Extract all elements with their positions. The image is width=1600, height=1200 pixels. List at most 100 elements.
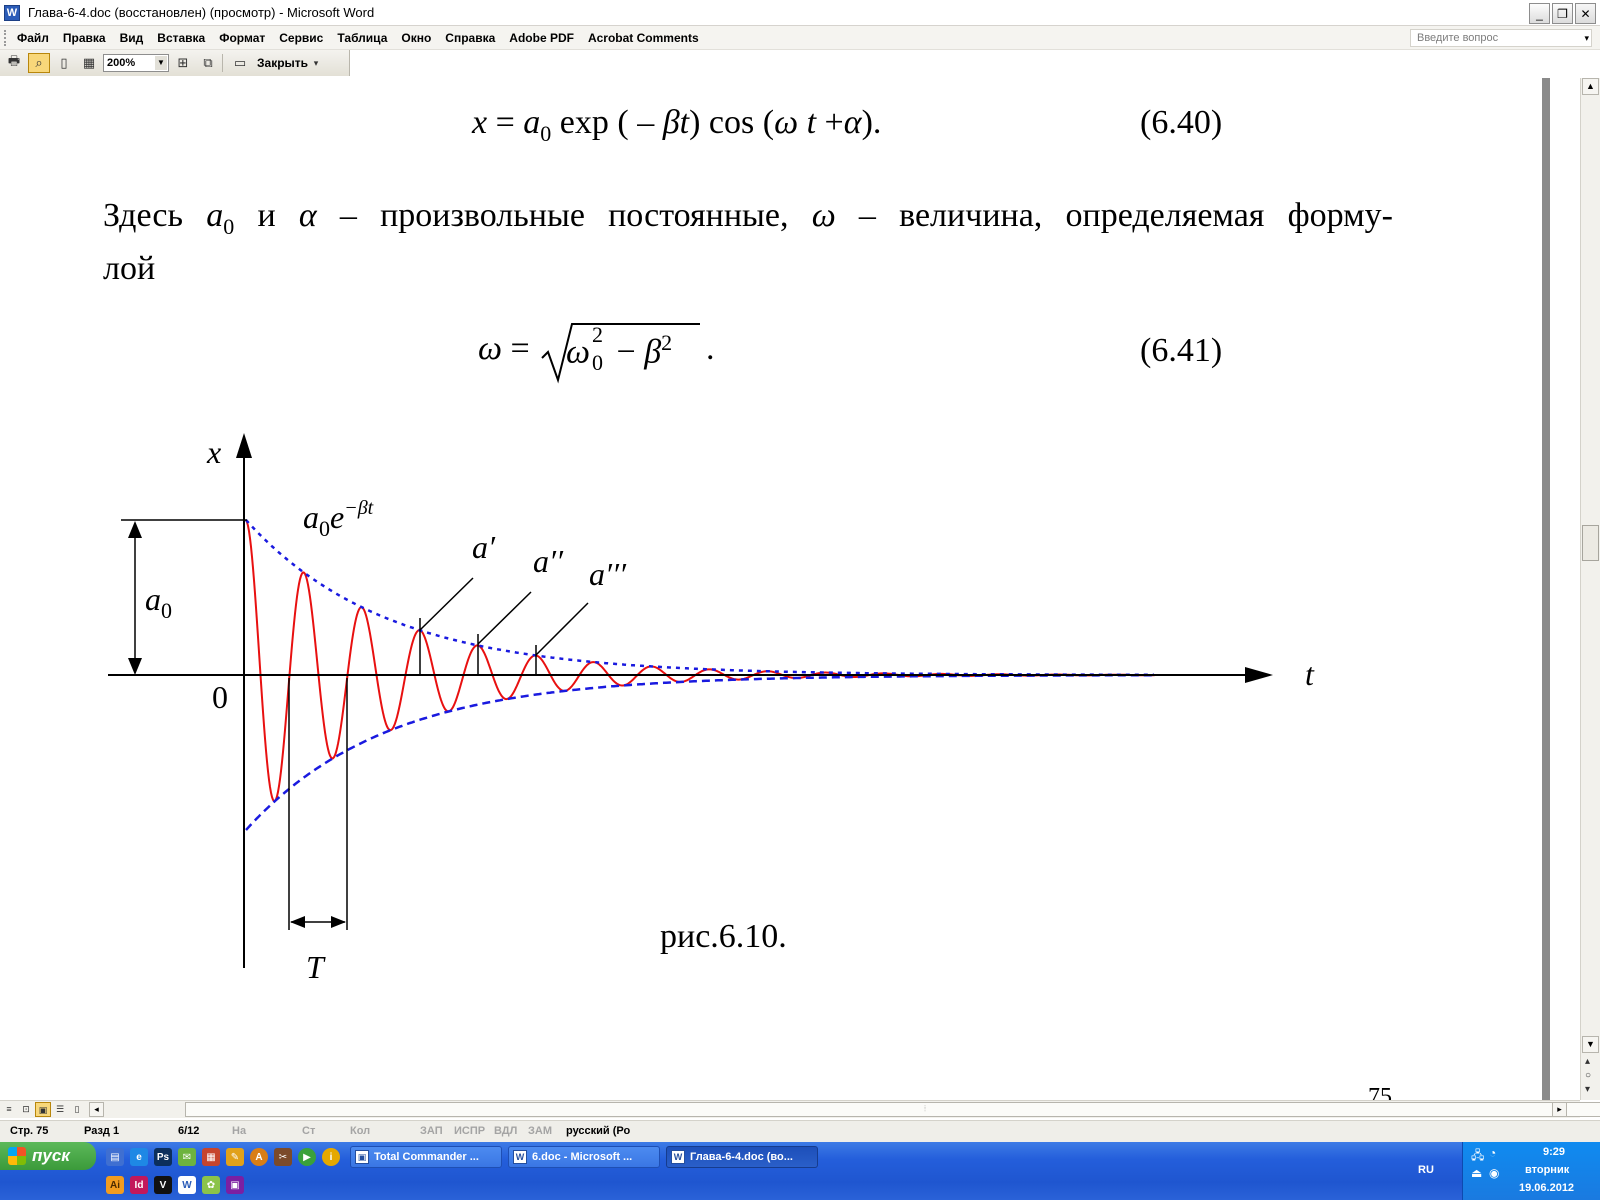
view-ruler-icon[interactable]: ⊞ [172,53,194,73]
status-ext[interactable]: ВДЛ [494,1125,517,1137]
previous-page-icon[interactable]: ▴ [1585,1056,1590,1067]
task-word-active[interactable]: W Глава-6-4.doc (во... [666,1146,818,1168]
a2-leader [477,591,532,645]
status-at: На [232,1125,247,1137]
task-total-commander[interactable]: ▣ Total Commander ... [350,1146,502,1168]
a0-label-sub: 0 [161,598,172,623]
document-margin [1550,78,1580,1100]
lower-envelope-curve [245,673,1154,831]
status-rec[interactable]: ЗАП [420,1125,443,1137]
select-browse-object-icon[interactable]: ○ [1585,1070,1591,1081]
scroll-right-icon[interactable]: ▸ [1552,1102,1567,1117]
photoshop-icon[interactable]: Ps [154,1148,172,1166]
horizontal-scrollbar[interactable]: ◂ ⦙ ▸ [89,1102,1600,1117]
t-axis-arrow-icon [1245,667,1273,683]
print-layout-icon[interactable]: ▣ [35,1102,51,1117]
app-icon-6[interactable]: ✎ [226,1148,244,1166]
indesign-icon[interactable]: Id [130,1176,148,1194]
start-label: пуск [32,1146,70,1165]
close-button[interactable]: ✕ [1575,3,1596,24]
menu-window[interactable]: Окно [394,31,438,45]
minimize-button[interactable]: _ [1529,3,1550,24]
clock-time[interactable]: 9:29 [1543,1146,1565,1158]
word-app-icon[interactable]: W [4,4,20,21]
language-indicator[interactable]: RU [1418,1164,1434,1176]
zoom-value: 200% [107,57,136,69]
period-arrow-right-icon [331,916,346,928]
clock-date: 19.06.2012 [1519,1182,1575,1194]
chevron-down-icon[interactable]: ▾ [1584,30,1589,46]
volume-icon[interactable]: ◔ [1489,1146,1496,1160]
menu-insert[interactable]: Вставка [150,31,212,45]
app-icon-16[interactable]: ▣ [226,1176,244,1194]
help-search-input[interactable]: Введите вопрос ▾ [1410,29,1592,47]
status-pages[interactable]: 6/12 [178,1125,199,1137]
illustrator-icon[interactable]: Ai [106,1176,124,1194]
shrink-to-fit-icon[interactable]: ⧉ [197,53,219,73]
menu-adobe-pdf[interactable]: Adobe PDF [502,31,581,45]
help-search-placeholder: Введите вопрос [1417,32,1499,44]
outline-view-icon[interactable]: ☰ [52,1102,68,1117]
magnifier-icon[interactable]: ⌕ [28,53,50,73]
multiple-pages-icon[interactable]: ▦ [78,53,100,73]
menu-help[interactable]: Справка [438,31,502,45]
menu-acrobat-comments[interactable]: Acrobat Comments [581,31,706,45]
task-label-1: Total Commander ... [374,1151,479,1163]
chevron-down-icon[interactable]: ▼ [155,56,167,70]
envelope-label-exp: −βt [344,497,373,519]
menu-tools[interactable]: Сервис [272,31,330,45]
app-icon-8[interactable]: ✂ [274,1148,292,1166]
antivirus-icon[interactable]: ◉ [1489,1166,1499,1180]
app-v-icon[interactable]: V [154,1176,172,1194]
t-axis-label: t [1305,656,1315,692]
windows-logo-icon [8,1147,26,1165]
zoom-select[interactable]: 200% ▼ [103,54,169,72]
full-screen-icon[interactable]: ▭ [229,53,251,73]
next-page-icon[interactable]: ▾ [1585,1084,1590,1095]
tool-icon[interactable]: ✉ [178,1148,196,1166]
desktop-icon[interactable]: ▤ [106,1148,124,1166]
title-bar: W Глава-6-4.doc (восстановлен) (просмотр… [0,0,1600,26]
menu-format[interactable]: Формат [212,31,272,45]
normal-view-icon[interactable]: ≡ [1,1102,17,1117]
app-icon-15[interactable]: ✿ [202,1176,220,1194]
one-page-icon[interactable]: ▯ [53,53,75,73]
vertical-scroll-thumb[interactable] [1582,525,1599,561]
status-ovr[interactable]: ЗАМ [528,1125,552,1137]
app-icon-7[interactable]: A [250,1148,268,1166]
status-trk[interactable]: ИСПР [454,1125,485,1137]
vertical-scrollbar[interactable]: ▲ ▼ ▴ ○ ▾ [1580,78,1600,1100]
close-preview-button[interactable]: Закрыть [257,56,308,70]
info-icon[interactable]: i [322,1148,340,1166]
network-icon[interactable]: 🖧 [1471,1146,1484,1167]
envelope-label-a: a [303,499,319,535]
task-word-6doc[interactable]: W 6.doc - Microsoft ... [508,1146,660,1168]
safely-remove-icon[interactable]: ⏏ [1471,1166,1482,1180]
a0-label-a: a [145,581,161,617]
horizontal-scroll-thumb[interactable]: ⦙ [185,1102,1600,1117]
word-doc-icon: W [671,1150,685,1164]
task-label-2: 6.doc - Microsoft ... [532,1151,633,1163]
toolbar-options-icon[interactable]: ▾ [311,53,321,73]
menu-table[interactable]: Таблица [330,31,394,45]
document-page[interactable]: x = a0 exp ( – βt) cos (ω t +α). (6.40) … [0,78,1542,1100]
menu-view[interactable]: Вид [113,31,151,45]
start-button[interactable]: пуск [0,1142,96,1170]
restore-button[interactable]: ❐ [1552,3,1573,24]
scroll-left-icon[interactable]: ◂ [89,1102,104,1117]
app-icon-5[interactable]: ▦ [202,1148,220,1166]
scroll-down-icon[interactable]: ▼ [1582,1036,1599,1053]
media-player-icon[interactable]: ▶ [298,1148,316,1166]
status-page[interactable]: Стр. 75 [10,1125,48,1137]
word-quick-icon[interactable]: W [178,1176,196,1194]
print-icon[interactable]: 🖶 [3,53,25,73]
menu-file[interactable]: Файл [10,31,56,45]
web-layout-icon[interactable]: ⊡ [18,1102,34,1117]
reading-layout-icon[interactable]: ▯ [69,1102,85,1117]
status-language[interactable]: русский (Ро [566,1125,630,1137]
menu-edit[interactable]: Правка [56,31,113,45]
scroll-up-icon[interactable]: ▲ [1582,78,1599,95]
period-arrow-left-icon [290,916,305,928]
ie-icon[interactable]: e [130,1148,148,1166]
status-section[interactable]: Разд 1 [84,1125,119,1137]
